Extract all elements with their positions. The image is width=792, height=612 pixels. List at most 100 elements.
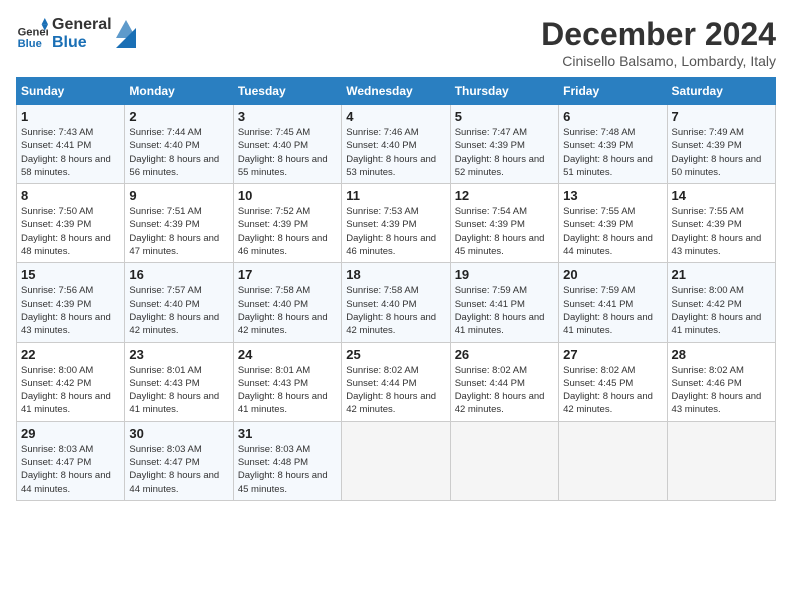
day-cell: 23 Sunrise: 8:01 AMSunset: 4:43 PMDaylig… bbox=[125, 342, 233, 421]
day-detail: Sunrise: 8:00 AMSunset: 4:42 PMDaylight:… bbox=[21, 364, 120, 417]
calendar-body: 1 Sunrise: 7:43 AMSunset: 4:41 PMDayligh… bbox=[17, 105, 776, 501]
day-detail: Sunrise: 8:02 AMSunset: 4:45 PMDaylight:… bbox=[563, 364, 662, 417]
day-number: 19 bbox=[455, 267, 554, 282]
col-header-thursday: Thursday bbox=[450, 78, 558, 105]
day-cell: 12 Sunrise: 7:54 AMSunset: 4:39 PMDaylig… bbox=[450, 184, 558, 263]
day-cell: 29 Sunrise: 8:03 AMSunset: 4:47 PMDaylig… bbox=[17, 421, 125, 500]
day-number: 13 bbox=[563, 188, 662, 203]
col-header-wednesday: Wednesday bbox=[342, 78, 450, 105]
day-detail: Sunrise: 7:55 AMSunset: 4:39 PMDaylight:… bbox=[672, 205, 771, 258]
page-header: General Blue General Blue December 2024 … bbox=[16, 16, 776, 69]
day-cell: 5 Sunrise: 7:47 AMSunset: 4:39 PMDayligh… bbox=[450, 105, 558, 184]
week-row-2: 8 Sunrise: 7:50 AMSunset: 4:39 PMDayligh… bbox=[17, 184, 776, 263]
day-cell: 13 Sunrise: 7:55 AMSunset: 4:39 PMDaylig… bbox=[559, 184, 667, 263]
day-number: 6 bbox=[563, 109, 662, 124]
title-block: December 2024 Cinisello Balsamo, Lombard… bbox=[541, 16, 776, 69]
day-number: 1 bbox=[21, 109, 120, 124]
day-number: 22 bbox=[21, 347, 120, 362]
day-cell bbox=[450, 421, 558, 500]
day-number: 14 bbox=[672, 188, 771, 203]
day-detail: Sunrise: 8:03 AMSunset: 4:47 PMDaylight:… bbox=[129, 443, 228, 496]
day-cell: 7 Sunrise: 7:49 AMSunset: 4:39 PMDayligh… bbox=[667, 105, 775, 184]
day-cell: 26 Sunrise: 8:02 AMSunset: 4:44 PMDaylig… bbox=[450, 342, 558, 421]
day-cell: 3 Sunrise: 7:45 AMSunset: 4:40 PMDayligh… bbox=[233, 105, 341, 184]
day-detail: Sunrise: 7:51 AMSunset: 4:39 PMDaylight:… bbox=[129, 205, 228, 258]
day-cell bbox=[342, 421, 450, 500]
day-detail: Sunrise: 7:56 AMSunset: 4:39 PMDaylight:… bbox=[21, 284, 120, 337]
col-header-friday: Friday bbox=[559, 78, 667, 105]
day-number: 31 bbox=[238, 426, 337, 441]
day-number: 18 bbox=[346, 267, 445, 282]
day-cell: 11 Sunrise: 7:53 AMSunset: 4:39 PMDaylig… bbox=[342, 184, 450, 263]
day-detail: Sunrise: 7:47 AMSunset: 4:39 PMDaylight:… bbox=[455, 126, 554, 179]
day-detail: Sunrise: 7:43 AMSunset: 4:41 PMDaylight:… bbox=[21, 126, 120, 179]
day-cell: 4 Sunrise: 7:46 AMSunset: 4:40 PMDayligh… bbox=[342, 105, 450, 184]
logo-blue: Blue bbox=[52, 34, 112, 52]
day-number: 2 bbox=[129, 109, 228, 124]
day-detail: Sunrise: 7:59 AMSunset: 4:41 PMDaylight:… bbox=[455, 284, 554, 337]
logo: General Blue General Blue bbox=[16, 16, 136, 51]
day-number: 21 bbox=[672, 267, 771, 282]
day-detail: Sunrise: 7:55 AMSunset: 4:39 PMDaylight:… bbox=[563, 205, 662, 258]
day-cell: 14 Sunrise: 7:55 AMSunset: 4:39 PMDaylig… bbox=[667, 184, 775, 263]
day-detail: Sunrise: 7:54 AMSunset: 4:39 PMDaylight:… bbox=[455, 205, 554, 258]
day-cell: 16 Sunrise: 7:57 AMSunset: 4:40 PMDaylig… bbox=[125, 263, 233, 342]
day-cell: 15 Sunrise: 7:56 AMSunset: 4:39 PMDaylig… bbox=[17, 263, 125, 342]
col-header-monday: Monday bbox=[125, 78, 233, 105]
day-number: 15 bbox=[21, 267, 120, 282]
day-number: 25 bbox=[346, 347, 445, 362]
day-cell: 31 Sunrise: 8:03 AMSunset: 4:48 PMDaylig… bbox=[233, 421, 341, 500]
day-number: 26 bbox=[455, 347, 554, 362]
day-detail: Sunrise: 7:57 AMSunset: 4:40 PMDaylight:… bbox=[129, 284, 228, 337]
day-cell bbox=[559, 421, 667, 500]
day-detail: Sunrise: 8:02 AMSunset: 4:44 PMDaylight:… bbox=[346, 364, 445, 417]
day-cell: 25 Sunrise: 8:02 AMSunset: 4:44 PMDaylig… bbox=[342, 342, 450, 421]
day-number: 4 bbox=[346, 109, 445, 124]
day-cell: 9 Sunrise: 7:51 AMSunset: 4:39 PMDayligh… bbox=[125, 184, 233, 263]
day-number: 8 bbox=[21, 188, 120, 203]
day-cell bbox=[667, 421, 775, 500]
logo-general: General bbox=[52, 16, 112, 34]
day-cell: 24 Sunrise: 8:01 AMSunset: 4:43 PMDaylig… bbox=[233, 342, 341, 421]
week-row-1: 1 Sunrise: 7:43 AMSunset: 4:41 PMDayligh… bbox=[17, 105, 776, 184]
day-number: 16 bbox=[129, 267, 228, 282]
day-detail: Sunrise: 8:02 AMSunset: 4:44 PMDaylight:… bbox=[455, 364, 554, 417]
day-number: 24 bbox=[238, 347, 337, 362]
day-detail: Sunrise: 8:01 AMSunset: 4:43 PMDaylight:… bbox=[238, 364, 337, 417]
day-detail: Sunrise: 7:50 AMSunset: 4:39 PMDaylight:… bbox=[21, 205, 120, 258]
day-cell: 8 Sunrise: 7:50 AMSunset: 4:39 PMDayligh… bbox=[17, 184, 125, 263]
day-number: 5 bbox=[455, 109, 554, 124]
day-cell: 22 Sunrise: 8:00 AMSunset: 4:42 PMDaylig… bbox=[17, 342, 125, 421]
day-detail: Sunrise: 7:45 AMSunset: 4:40 PMDaylight:… bbox=[238, 126, 337, 179]
week-row-5: 29 Sunrise: 8:03 AMSunset: 4:47 PMDaylig… bbox=[17, 421, 776, 500]
day-number: 23 bbox=[129, 347, 228, 362]
day-number: 11 bbox=[346, 188, 445, 203]
day-detail: Sunrise: 7:53 AMSunset: 4:39 PMDaylight:… bbox=[346, 205, 445, 258]
day-number: 7 bbox=[672, 109, 771, 124]
logo-icon: General Blue bbox=[16, 18, 48, 50]
day-cell: 10 Sunrise: 7:52 AMSunset: 4:39 PMDaylig… bbox=[233, 184, 341, 263]
day-cell: 28 Sunrise: 8:02 AMSunset: 4:46 PMDaylig… bbox=[667, 342, 775, 421]
day-number: 30 bbox=[129, 426, 228, 441]
day-detail: Sunrise: 7:59 AMSunset: 4:41 PMDaylight:… bbox=[563, 284, 662, 337]
day-cell: 6 Sunrise: 7:48 AMSunset: 4:39 PMDayligh… bbox=[559, 105, 667, 184]
day-cell: 20 Sunrise: 7:59 AMSunset: 4:41 PMDaylig… bbox=[559, 263, 667, 342]
calendar-table: SundayMondayTuesdayWednesdayThursdayFrid… bbox=[16, 77, 776, 501]
calendar-header-row: SundayMondayTuesdayWednesdayThursdayFrid… bbox=[17, 78, 776, 105]
day-detail: Sunrise: 8:01 AMSunset: 4:43 PMDaylight:… bbox=[129, 364, 228, 417]
logo-triangle-icon bbox=[116, 20, 136, 48]
day-number: 10 bbox=[238, 188, 337, 203]
day-number: 17 bbox=[238, 267, 337, 282]
day-number: 3 bbox=[238, 109, 337, 124]
day-detail: Sunrise: 8:02 AMSunset: 4:46 PMDaylight:… bbox=[672, 364, 771, 417]
day-detail: Sunrise: 7:48 AMSunset: 4:39 PMDaylight:… bbox=[563, 126, 662, 179]
day-detail: Sunrise: 7:49 AMSunset: 4:39 PMDaylight:… bbox=[672, 126, 771, 179]
day-detail: Sunrise: 7:52 AMSunset: 4:39 PMDaylight:… bbox=[238, 205, 337, 258]
week-row-3: 15 Sunrise: 7:56 AMSunset: 4:39 PMDaylig… bbox=[17, 263, 776, 342]
day-cell: 30 Sunrise: 8:03 AMSunset: 4:47 PMDaylig… bbox=[125, 421, 233, 500]
day-detail: Sunrise: 7:58 AMSunset: 4:40 PMDaylight:… bbox=[346, 284, 445, 337]
day-number: 9 bbox=[129, 188, 228, 203]
week-row-4: 22 Sunrise: 8:00 AMSunset: 4:42 PMDaylig… bbox=[17, 342, 776, 421]
day-number: 29 bbox=[21, 426, 120, 441]
svg-text:Blue: Blue bbox=[18, 37, 42, 49]
